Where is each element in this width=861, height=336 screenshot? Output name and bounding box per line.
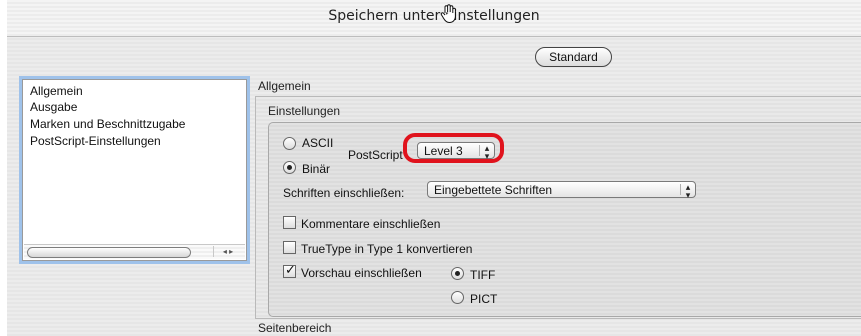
pict-radio[interactable] [451, 291, 464, 304]
include-comments-label: Kommentare einschließen [301, 217, 441, 231]
section-title: Allgemein [258, 79, 311, 93]
sidebar-item-postscript[interactable]: PostScript-Einstellungen [30, 134, 161, 148]
fonts-value: Eingebettete Schriften [434, 183, 553, 197]
tiff-radio[interactable] [451, 267, 464, 280]
scrollbar-thumb[interactable] [27, 247, 191, 258]
ascii-radio[interactable] [283, 137, 296, 150]
tiff-label: TIFF [470, 268, 496, 282]
standard-button[interactable]: Standard [535, 47, 612, 67]
horizontal-scrollbar[interactable]: ◂ ▸ [24, 244, 245, 259]
fonts-label: Schriften einschließen: [283, 186, 405, 200]
binary-label: Binär [302, 162, 331, 176]
sidebar-item-allgemein[interactable]: Allgemein [30, 84, 83, 98]
truetype-convert-checkbox[interactable] [283, 241, 296, 254]
truetype-convert-label: TrueType in Type 1 konvertieren [301, 242, 473, 256]
page-range-title: Seitenbereich [258, 321, 332, 335]
sidebar-item-marken[interactable]: Marken und Beschnittzugabe [30, 117, 185, 131]
group-title: Einstellungen [268, 104, 341, 118]
settings-window: Speichern unter Einstellungen Standard A… [0, 0, 861, 336]
include-preview-checkbox[interactable]: ✓ [283, 262, 296, 278]
pict-label: PICT [470, 292, 498, 306]
window-title: Speichern unter Einstellungen [328, 8, 540, 24]
postscript-label: PostScript [348, 148, 403, 162]
scroll-arrows-icon[interactable]: ◂ ▸ [213, 246, 242, 257]
hand-cursor-icon [440, 4, 456, 24]
up-down-arrows-icon: ▴ ▾ [685, 182, 691, 200]
ascii-label: ASCII [302, 136, 334, 150]
window-edge [0, 0, 7, 336]
sidebar-item-ausgabe[interactable]: Ausgabe [30, 100, 77, 114]
binary-radio[interactable] [283, 161, 296, 174]
include-preview-label: Vorschau einschließen [301, 266, 422, 280]
include-comments-checkbox[interactable] [283, 216, 296, 229]
title-bar[interactable]: Speichern unter Einstellungen [7, 0, 861, 37]
red-highlight-annotation [403, 133, 504, 163]
category-list[interactable]: Allgemein Ausgabe Marken und Beschnittzu… [22, 79, 247, 261]
fonts-popup[interactable]: Eingebettete Schriften ▴ ▾ [427, 181, 696, 200]
popup-divider [680, 184, 681, 195]
checkmark-icon: ✓ [285, 262, 296, 277]
